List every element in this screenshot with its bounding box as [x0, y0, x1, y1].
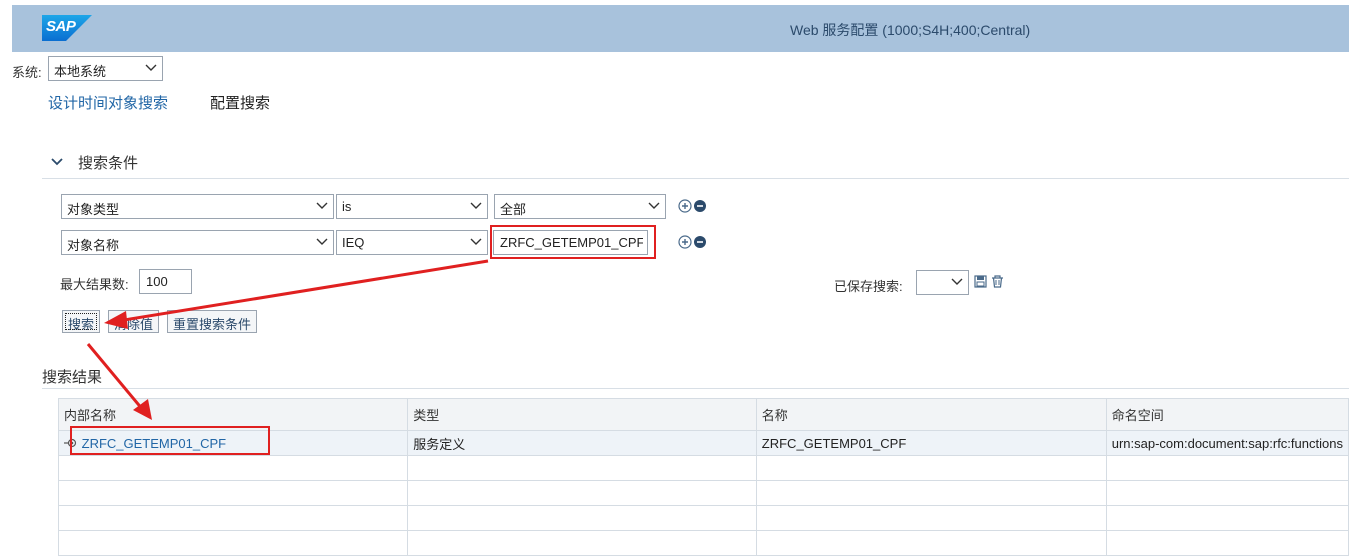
- page-title: Web 服务配置 (1000;S4H;400;Central): [790, 22, 1031, 38]
- results-divider: [42, 388, 1349, 389]
- saved-search-select[interactable]: [916, 270, 969, 295]
- chevron-down-icon: [145, 64, 157, 71]
- annotation-box-result: [70, 426, 270, 455]
- namespace-cell: urn:sap-com:document:sap:rfc:functions: [1105, 430, 1349, 456]
- table-row: [57, 530, 1349, 556]
- reset-criteria-button[interactable]: 重置搜索条件: [167, 310, 258, 333]
- chevron-down-icon: [470, 238, 482, 245]
- system-select-value: 本地系统: [54, 64, 107, 79]
- chevron-down-icon: [316, 202, 328, 209]
- column-header-type[interactable]: 类型: [407, 398, 757, 431]
- clear-values-button[interactable]: 清除值: [108, 310, 160, 333]
- left-strip: [0, 0, 12, 549]
- logo-text: SAP: [46, 18, 76, 35]
- table-row: [57, 505, 1349, 531]
- delete-icon[interactable]: [991, 275, 1004, 288]
- chevron-down-icon: [648, 202, 660, 209]
- search-criteria-title: 搜索条件: [78, 155, 139, 172]
- annotation-box-object-name: [490, 225, 656, 259]
- criteria-operator-select-1[interactable]: is: [336, 194, 488, 219]
- tab-bar: 设计时间对象搜索 配置搜索: [12, 88, 1349, 120]
- system-select[interactable]: 本地系统: [48, 56, 163, 81]
- type-cell: 服务定义: [407, 430, 757, 456]
- criteria-field-value: 对象名称: [67, 238, 120, 253]
- criteria-field-select-1[interactable]: 对象类型: [61, 194, 334, 219]
- criteria-value-select-1[interactable]: 全部: [494, 194, 666, 219]
- add-remove-criteria-icon[interactable]: [678, 198, 708, 214]
- add-remove-criteria-icon[interactable]: [678, 234, 708, 250]
- search-results-title: 搜索结果: [42, 369, 103, 386]
- table-row: [57, 480, 1349, 506]
- save-icon[interactable]: [974, 275, 987, 288]
- criteria-value: 全部: [500, 202, 527, 217]
- criteria-operator-value: is: [342, 199, 352, 214]
- criteria-field-value: 对象类型: [67, 202, 120, 217]
- search-button[interactable]: 搜索: [62, 310, 101, 333]
- max-results-label: 最大结果数:: [60, 277, 129, 292]
- column-header-namespace[interactable]: 命名空间: [1105, 398, 1349, 431]
- tab-design-time-search[interactable]: 设计时间对象搜索: [48, 92, 169, 120]
- criteria-operator-value: IEQ: [342, 235, 365, 250]
- criteria-operator-select-2[interactable]: IEQ: [336, 230, 488, 255]
- chevron-down-icon: [470, 202, 482, 209]
- app-header: SAP Web 服务配置 (1000;S4H;400;Central): [12, 5, 1349, 52]
- system-label: 系统:: [12, 65, 42, 80]
- tab-configuration-search[interactable]: 配置搜索: [210, 92, 270, 118]
- collapse-chevron-icon[interactable]: [50, 155, 64, 169]
- criteria-field-select-2[interactable]: 对象名称: [61, 230, 334, 255]
- chevron-down-icon: [316, 238, 328, 245]
- max-results-input[interactable]: 100: [139, 269, 192, 294]
- saved-search-label: 已保存搜索:: [834, 279, 903, 294]
- chevron-down-icon: [951, 278, 963, 285]
- section-divider: [42, 178, 1349, 179]
- name-cell: ZRFC_GETEMP01_CPF: [755, 430, 1107, 456]
- column-header-name[interactable]: 名称: [755, 398, 1107, 431]
- max-results-value: 100: [146, 274, 168, 289]
- results-table: 内部名称 类型 名称 命名空间 ZRFC_GETEMP01_CPF 服务定义 Z…: [57, 398, 1349, 556]
- table-row: [57, 455, 1349, 481]
